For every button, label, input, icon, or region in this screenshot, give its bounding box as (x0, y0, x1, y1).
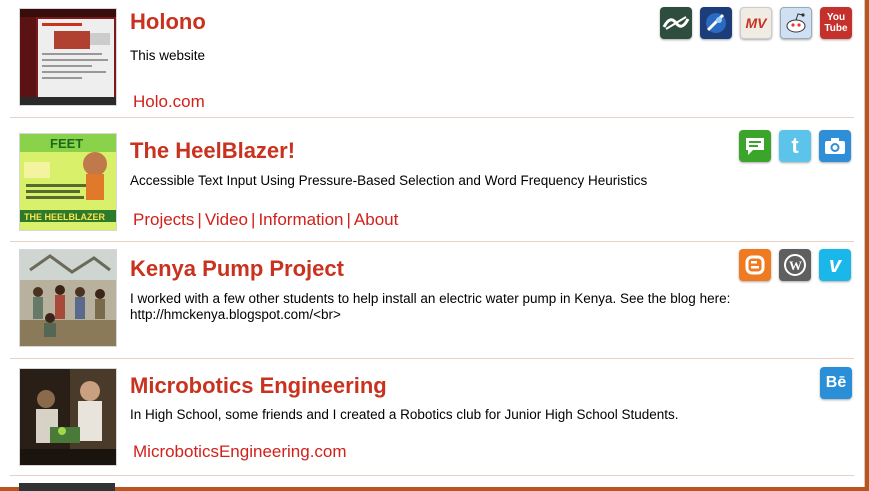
satellite-icon[interactable] (700, 7, 732, 39)
reddit-icon[interactable] (780, 7, 812, 39)
link-information[interactable]: Information (258, 210, 343, 229)
behance-icon[interactable]: Bē (820, 367, 852, 399)
project-row-holono: Holono This website Holo.com MV You Tube (10, 0, 854, 118)
link-holo-com[interactable]: Holo.com (133, 92, 205, 111)
blogger-icon[interactable] (739, 249, 771, 281)
twitter-icon[interactable]: t (779, 130, 811, 162)
project-thumbnail-partial (19, 483, 115, 491)
project-title[interactable]: Holono (130, 9, 206, 35)
project-links: Holo.com (133, 92, 205, 112)
social-icons: t (739, 130, 851, 162)
link-separator: | (346, 210, 351, 229)
project-row-heelblazer: FEET THE HEELBLAZER The HeelBlazer! Acce… (10, 124, 854, 242)
project-description: In High School, some friends and I creat… (130, 407, 679, 422)
project-description: Accessible Text Input Using Pressure-Bas… (130, 173, 648, 188)
project-title[interactable]: The HeelBlazer! (130, 138, 295, 164)
project-links: Projects | Video | Information | About (133, 210, 398, 230)
social-icons: Bē (820, 367, 852, 399)
mv-icon-label: MV (745, 15, 767, 31)
behance-icon-label: Bē (825, 374, 847, 391)
svg-text:W: W (789, 258, 802, 273)
vimeo-icon[interactable]: v (819, 249, 851, 281)
youtube-icon-tube: Tube (824, 23, 848, 34)
link-microbotics-engineering-com[interactable]: MicroboticsEngineering.com (133, 442, 347, 461)
dreamweaver-icon[interactable] (660, 7, 692, 39)
thumb-heelblazer-text: THE HEELBLAZER (24, 212, 106, 222)
project-links: MicroboticsEngineering.com (133, 442, 347, 462)
camera-icon[interactable] (819, 130, 851, 162)
project-thumbnail-kenya[interactable] (19, 249, 117, 347)
chat-icon[interactable] (739, 130, 771, 162)
social-icons: MV You Tube (660, 7, 852, 39)
project-row-partial (10, 474, 854, 491)
project-title[interactable]: Microbotics Engineering (130, 373, 387, 399)
project-title[interactable]: Kenya Pump Project (130, 256, 344, 282)
link-projects[interactable]: Projects (133, 210, 194, 229)
wordpress-icon[interactable]: W (779, 249, 811, 281)
project-row-kenya: Kenya Pump Project I worked with a few o… (10, 241, 854, 359)
social-icons: W v (739, 249, 851, 281)
project-description: I worked with a few other students to he… (130, 291, 731, 322)
mv-icon[interactable]: MV (740, 7, 772, 39)
link-separator: | (197, 210, 202, 229)
youtube-icon[interactable]: You Tube (820, 7, 852, 39)
project-row-microbotics: Microbotics Engineering In High School, … (10, 358, 854, 476)
link-video[interactable]: Video (205, 210, 248, 229)
project-thumbnail-holono[interactable] (19, 8, 117, 106)
youtube-icon-you: You (826, 12, 846, 23)
project-list: Holono This website Holo.com MV You Tube (0, 0, 865, 491)
project-thumbnail-microbotics[interactable] (19, 368, 117, 466)
link-about[interactable]: About (354, 210, 398, 229)
thumb-feet-text: FEET (50, 136, 83, 151)
link-separator: | (251, 210, 256, 229)
project-thumbnail-heelblazer[interactable]: FEET THE HEELBLAZER (19, 133, 117, 231)
project-description: This website (130, 48, 206, 63)
